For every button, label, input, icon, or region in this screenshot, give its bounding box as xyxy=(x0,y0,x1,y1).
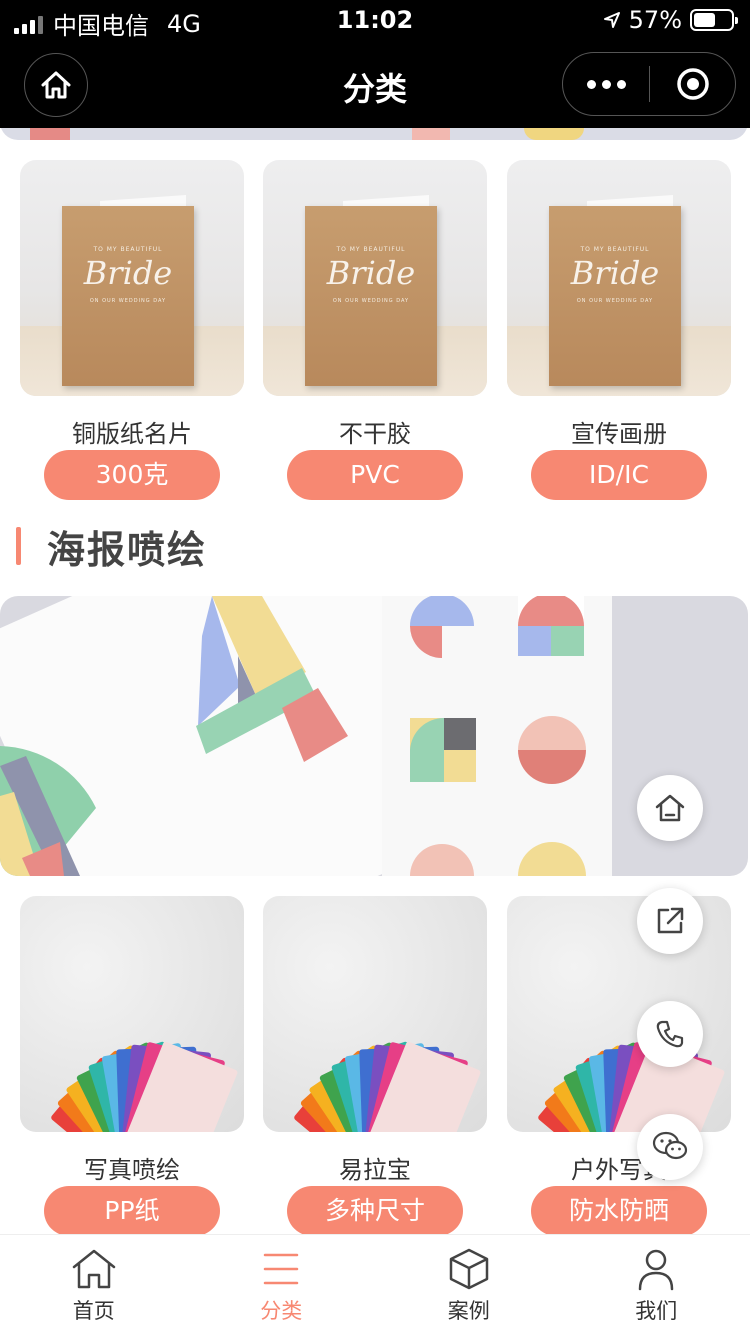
battery-percent: 57% xyxy=(628,6,682,34)
cube-icon xyxy=(449,1248,488,1290)
product-tag[interactable]: 300克 xyxy=(44,450,220,500)
user-icon xyxy=(639,1249,674,1291)
float-wechat-button[interactable] xyxy=(637,1114,703,1180)
battery-icon xyxy=(690,9,738,31)
float-phone-button[interactable] xyxy=(637,1001,703,1067)
nav-bar: 分类 xyxy=(0,40,750,128)
banner-pattern xyxy=(410,596,586,876)
float-home-button[interactable] xyxy=(637,775,703,841)
product-image: TO MY BEAUTIFUL Bride ON OUR WEDDING DAY xyxy=(263,160,487,396)
product-card[interactable]: 易拉宝 多种尺寸 xyxy=(263,896,487,1236)
product-tag[interactable]: 多种尺寸 xyxy=(287,1186,463,1236)
home-icon xyxy=(72,1249,115,1289)
product-card[interactable]: 写真喷绘 PP纸 xyxy=(20,896,244,1236)
more-button[interactable] xyxy=(563,79,649,89)
section-header: 海报喷绘 xyxy=(16,522,207,572)
section-banner[interactable] xyxy=(0,596,748,876)
product-name: 宣传画册 xyxy=(571,420,667,448)
product-name: 铜版纸名片 xyxy=(72,420,192,448)
tab-label: 分类 xyxy=(260,1299,303,1323)
product-name: 不干胶 xyxy=(339,420,411,448)
mini-program-capsule xyxy=(562,52,736,116)
product-card[interactable]: 户外写真 防水防晒 xyxy=(507,896,731,1236)
close-button[interactable] xyxy=(650,66,735,102)
product-image xyxy=(263,896,487,1132)
previous-banner xyxy=(0,128,750,140)
menu-icon xyxy=(264,1253,299,1285)
product-tag[interactable]: ID/IC xyxy=(531,450,707,500)
product-card[interactable]: TO MY BEAUTIFUL Bride ON OUR WEDDING DAY 不… xyxy=(263,160,487,500)
tab-about[interactable]: 我们 xyxy=(563,1235,750,1334)
share-icon xyxy=(657,907,684,934)
product-name: 易拉宝 xyxy=(339,1156,411,1184)
float-share-button[interactable] xyxy=(637,888,703,954)
section-title: 海报喷绘 xyxy=(47,527,208,572)
home-icon xyxy=(655,794,685,822)
status-bar: 中国电信 4G 11:02 57% xyxy=(0,0,750,40)
product-tag[interactable]: PP纸 xyxy=(44,1186,220,1236)
banner-graphic xyxy=(0,596,348,876)
product-tag[interactable]: 防水防晒 xyxy=(531,1186,707,1236)
tab-label: 首页 xyxy=(72,1299,115,1323)
product-image xyxy=(20,896,244,1132)
section-accent-bar xyxy=(16,527,21,565)
tab-cases[interactable]: 案例 xyxy=(375,1235,563,1334)
product-card[interactable]: TO MY BEAUTIFUL Bride ON OUR WEDDING DAY 宣… xyxy=(507,160,731,500)
product-name: 写真喷绘 xyxy=(84,1156,180,1184)
tab-home[interactable]: 首页 xyxy=(0,1235,188,1334)
location-icon xyxy=(603,12,620,28)
product-card[interactable]: TO MY BEAUTIFUL Bride ON OUR WEDDING DAY 铜… xyxy=(20,160,244,500)
tab-label: 我们 xyxy=(635,1299,678,1323)
product-image: TO MY BEAUTIFUL Bride ON OUR WEDDING DAY xyxy=(507,160,731,396)
tab-category[interactable]: 分类 xyxy=(188,1235,376,1334)
phone-icon xyxy=(656,1020,684,1048)
tab-bar: 首页 分类 案例 我们 xyxy=(0,1234,750,1334)
target-icon xyxy=(676,68,709,100)
wechat-icon xyxy=(652,1131,688,1160)
product-tag[interactable]: PVC xyxy=(287,450,463,500)
tab-label: 案例 xyxy=(447,1299,490,1323)
product-image: TO MY BEAUTIFUL Bride ON OUR WEDDING DAY xyxy=(20,160,244,396)
